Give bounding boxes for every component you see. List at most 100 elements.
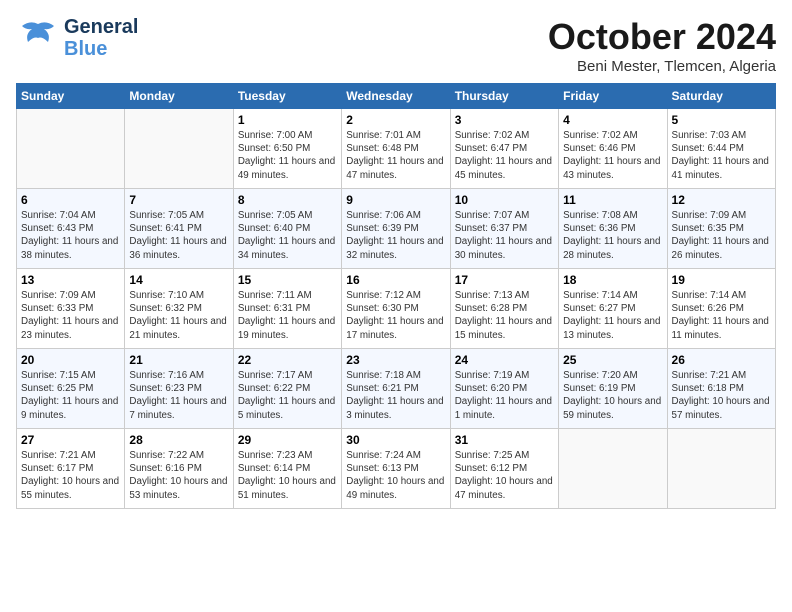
month-title: October 2024 bbox=[548, 16, 776, 58]
calendar-cell: 24Sunrise: 7:19 AM Sunset: 6:20 PM Dayli… bbox=[450, 349, 558, 429]
day-info: Sunrise: 7:06 AM Sunset: 6:39 PM Dayligh… bbox=[346, 209, 445, 262]
day-info: Sunrise: 7:11 AM Sunset: 6:31 PM Dayligh… bbox=[238, 289, 337, 342]
calendar-cell: 4 Sunrise: 7:02 AM Sunset: 6:46 PM Daylig… bbox=[559, 109, 667, 189]
weekday-header: Thursday bbox=[450, 84, 558, 109]
day-info: Sunrise: 7:14 AM Sunset: 6:27 PM Dayligh… bbox=[563, 289, 662, 342]
calendar-cell: 21 Sunrise: 7:16 AM Sunset: 6:23 PM Dayli… bbox=[125, 349, 233, 429]
day-info: Sunrise: 7:22 AM Sunset: 6:16 PM Dayligh… bbox=[129, 449, 228, 502]
day-info: Sunrise: 7:08 AM Sunset: 6:36 PM Dayligh… bbox=[563, 209, 662, 262]
calendar-cell: 14 Sunrise: 7:10 AM Sunset: 6:32 PM Dayli… bbox=[125, 269, 233, 349]
day-number: 6 bbox=[21, 193, 120, 207]
day-info: Sunrise: 7:05 AM Sunset: 6:40 PM Dayligh… bbox=[238, 209, 337, 262]
calendar-cell: 27 Sunrise: 7:21 AM Sunset: 6:17 PM Dayli… bbox=[17, 429, 125, 509]
day-number: 18 bbox=[563, 273, 662, 287]
calendar-cell: 15Sunrise: 7:11 AM Sunset: 6:31 PM Dayli… bbox=[233, 269, 341, 349]
day-number: 24 bbox=[455, 353, 554, 367]
calendar-table: SundayMondayTuesdayWednesdayThursdayFrid… bbox=[16, 83, 776, 509]
day-number: 2 bbox=[346, 113, 445, 127]
calendar-cell: 18 Sunrise: 7:14 AM Sunset: 6:27 PM Dayli… bbox=[559, 269, 667, 349]
day-number: 22 bbox=[238, 353, 337, 367]
day-number: 23 bbox=[346, 353, 445, 367]
calendar-cell: 6 Sunrise: 7:04 AM Sunset: 6:43 PM Daylig… bbox=[17, 189, 125, 269]
day-number: 27 bbox=[21, 433, 120, 447]
day-number: 14 bbox=[129, 273, 228, 287]
calendar-cell: 29 Sunrise: 7:23 AM Sunset: 6:14 PM Dayli… bbox=[233, 429, 341, 509]
day-number: 29 bbox=[238, 433, 337, 447]
day-number: 12 bbox=[672, 193, 771, 207]
day-number: 31 bbox=[455, 433, 554, 447]
day-number: 16 bbox=[346, 273, 445, 287]
day-info: Sunrise: 7:23 AM Sunset: 6:14 PM Dayligh… bbox=[238, 449, 337, 502]
calendar-cell: 22 Sunrise: 7:17 AM Sunset: 6:22 PM Dayli… bbox=[233, 349, 341, 429]
calendar-cell: 17Sunrise: 7:13 AM Sunset: 6:28 PM Dayli… bbox=[450, 269, 558, 349]
calendar-cell bbox=[125, 109, 233, 189]
calendar-cell: 5 Sunrise: 7:03 AM Sunset: 6:44 PM Daylig… bbox=[667, 109, 775, 189]
calendar-week-row: 27 Sunrise: 7:21 AM Sunset: 6:17 PM Dayli… bbox=[17, 429, 776, 509]
calendar-week-row: 1Sunrise: 7:00 AM Sunset: 6:50 PM Daylig… bbox=[17, 109, 776, 189]
day-number: 19 bbox=[672, 273, 771, 287]
day-info: Sunrise: 7:04 AM Sunset: 6:43 PM Dayligh… bbox=[21, 209, 120, 262]
calendar-cell: 23 Sunrise: 7:18 AM Sunset: 6:21 PM Dayli… bbox=[342, 349, 450, 429]
day-info: Sunrise: 7:09 AM Sunset: 6:35 PM Dayligh… bbox=[672, 209, 771, 262]
day-number: 13 bbox=[21, 273, 120, 287]
weekday-header: Friday bbox=[559, 84, 667, 109]
day-number: 11 bbox=[563, 193, 662, 207]
weekday-header: Monday bbox=[125, 84, 233, 109]
weekday-header: Sunday bbox=[17, 84, 125, 109]
calendar-week-row: 20Sunrise: 7:15 AM Sunset: 6:25 PM Dayli… bbox=[17, 349, 776, 429]
logo-blue: Blue bbox=[64, 38, 138, 60]
day-info: Sunrise: 7:02 AM Sunset: 6:46 PM Dayligh… bbox=[563, 129, 662, 182]
day-info: Sunrise: 7:12 AM Sunset: 6:30 PM Dayligh… bbox=[346, 289, 445, 342]
calendar-week-row: 6 Sunrise: 7:04 AM Sunset: 6:43 PM Daylig… bbox=[17, 189, 776, 269]
calendar-cell bbox=[559, 429, 667, 509]
location: Beni Mester, Tlemcen, Algeria bbox=[548, 58, 776, 75]
day-number: 21 bbox=[129, 353, 228, 367]
calendar-cell: 19Sunrise: 7:14 AM Sunset: 6:26 PM Dayli… bbox=[667, 269, 775, 349]
day-info: Sunrise: 7:18 AM Sunset: 6:21 PM Dayligh… bbox=[346, 369, 445, 422]
logo: General Blue bbox=[16, 16, 138, 60]
calendar-week-row: 13 Sunrise: 7:09 AM Sunset: 6:33 PM Dayli… bbox=[17, 269, 776, 349]
weekday-header: Wednesday bbox=[342, 84, 450, 109]
page-header: General Blue October 2024 Beni Mester, T… bbox=[16, 16, 776, 75]
day-number: 28 bbox=[129, 433, 228, 447]
calendar-cell: 25Sunrise: 7:20 AM Sunset: 6:19 PM Dayli… bbox=[559, 349, 667, 429]
calendar-cell: 12 Sunrise: 7:09 AM Sunset: 6:35 PM Dayli… bbox=[667, 189, 775, 269]
day-info: Sunrise: 7:09 AM Sunset: 6:33 PM Dayligh… bbox=[21, 289, 120, 342]
day-info: Sunrise: 7:13 AM Sunset: 6:28 PM Dayligh… bbox=[455, 289, 554, 342]
calendar-cell: 30 Sunrise: 7:24 AM Sunset: 6:13 PM Dayli… bbox=[342, 429, 450, 509]
day-number: 9 bbox=[346, 193, 445, 207]
title-block: October 2024 Beni Mester, Tlemcen, Alger… bbox=[548, 16, 776, 75]
day-number: 7 bbox=[129, 193, 228, 207]
logo-general: General bbox=[64, 16, 138, 38]
calendar-cell: 20Sunrise: 7:15 AM Sunset: 6:25 PM Dayli… bbox=[17, 349, 125, 429]
day-number: 5 bbox=[672, 113, 771, 127]
calendar-cell: 8Sunrise: 7:05 AM Sunset: 6:40 PM Daylig… bbox=[233, 189, 341, 269]
day-info: Sunrise: 7:15 AM Sunset: 6:25 PM Dayligh… bbox=[21, 369, 120, 422]
day-number: 26 bbox=[672, 353, 771, 367]
calendar-cell: 10 Sunrise: 7:07 AM Sunset: 6:37 PM Dayli… bbox=[450, 189, 558, 269]
day-info: Sunrise: 7:16 AM Sunset: 6:23 PM Dayligh… bbox=[129, 369, 228, 422]
calendar-cell: 11 Sunrise: 7:08 AM Sunset: 6:36 PM Dayli… bbox=[559, 189, 667, 269]
day-info: Sunrise: 7:21 AM Sunset: 6:18 PM Dayligh… bbox=[672, 369, 771, 422]
calendar-cell: 13 Sunrise: 7:09 AM Sunset: 6:33 PM Dayli… bbox=[17, 269, 125, 349]
day-info: Sunrise: 7:03 AM Sunset: 6:44 PM Dayligh… bbox=[672, 129, 771, 182]
day-info: Sunrise: 7:17 AM Sunset: 6:22 PM Dayligh… bbox=[238, 369, 337, 422]
calendar-cell: 31 Sunrise: 7:25 AM Sunset: 6:12 PM Dayli… bbox=[450, 429, 558, 509]
day-info: Sunrise: 7:10 AM Sunset: 6:32 PM Dayligh… bbox=[129, 289, 228, 342]
calendar-cell: 9 Sunrise: 7:06 AM Sunset: 6:39 PM Daylig… bbox=[342, 189, 450, 269]
weekday-header-row: SundayMondayTuesdayWednesdayThursdayFrid… bbox=[17, 84, 776, 109]
day-number: 30 bbox=[346, 433, 445, 447]
day-number: 1 bbox=[238, 113, 337, 127]
weekday-header: Tuesday bbox=[233, 84, 341, 109]
calendar-cell: 2 Sunrise: 7:01 AM Sunset: 6:48 PM Daylig… bbox=[342, 109, 450, 189]
day-info: Sunrise: 7:07 AM Sunset: 6:37 PM Dayligh… bbox=[455, 209, 554, 262]
day-info: Sunrise: 7:25 AM Sunset: 6:12 PM Dayligh… bbox=[455, 449, 554, 502]
day-number: 10 bbox=[455, 193, 554, 207]
day-info: Sunrise: 7:01 AM Sunset: 6:48 PM Dayligh… bbox=[346, 129, 445, 182]
weekday-header: Saturday bbox=[667, 84, 775, 109]
day-number: 4 bbox=[563, 113, 662, 127]
day-info: Sunrise: 7:05 AM Sunset: 6:41 PM Dayligh… bbox=[129, 209, 228, 262]
calendar-cell: 1Sunrise: 7:00 AM Sunset: 6:50 PM Daylig… bbox=[233, 109, 341, 189]
day-info: Sunrise: 7:21 AM Sunset: 6:17 PM Dayligh… bbox=[21, 449, 120, 502]
day-info: Sunrise: 7:24 AM Sunset: 6:13 PM Dayligh… bbox=[346, 449, 445, 502]
